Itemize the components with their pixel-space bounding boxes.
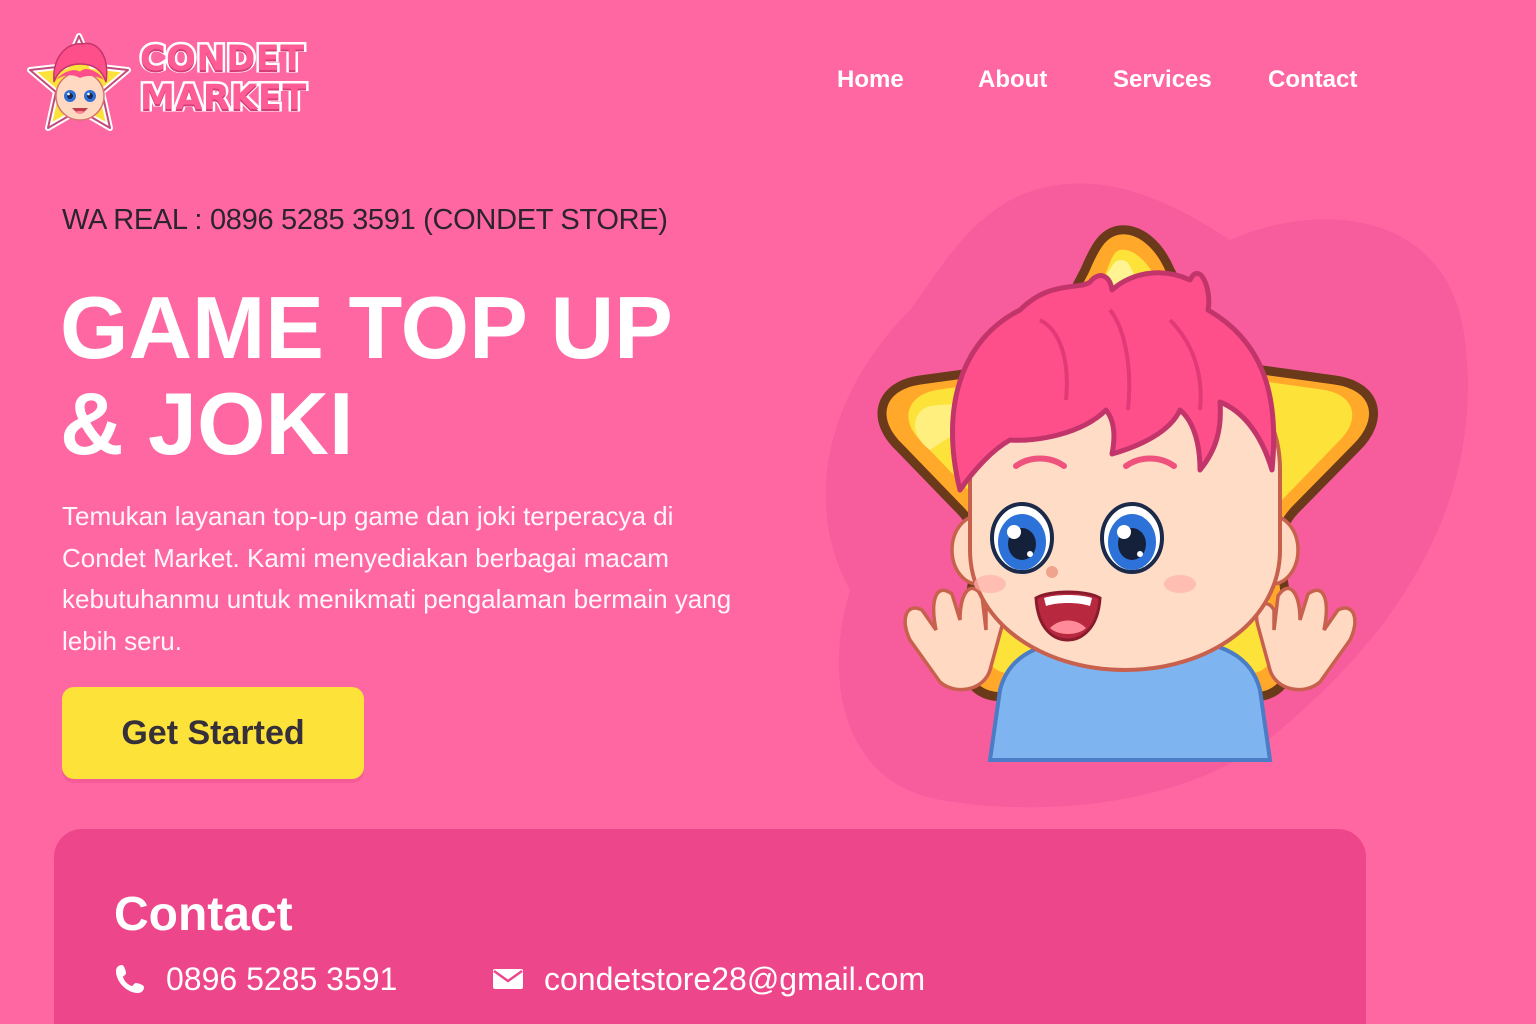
whatsapp-prefix: WA REAL : [62, 204, 210, 236]
whatsapp-line: WA REAL : 0896 5285 3591 (CONDET STORE) [62, 202, 668, 238]
whatsapp-suffix: (CONDET STORE) [415, 204, 668, 236]
whatsapp-number[interactable]: 0896 5285 3591 [210, 204, 416, 236]
contact-email-text: condetstore28@gmail.com [544, 960, 926, 997]
nav-services[interactable]: Services [1113, 64, 1212, 96]
mascot-illustration [825, 183, 1468, 808]
contact-email[interactable]: condetstore28@gmail.com [492, 959, 925, 999]
get-started-button[interactable]: Get Started [62, 687, 364, 779]
main-nav: Home About Services Contact [0, 64, 1536, 98]
hero-description: Temukan layanan top-up game dan joki ter… [62, 501, 732, 656]
hero-title-line2: & JOKI [60, 374, 354, 473]
contact-phone[interactable]: 0896 5285 3591 [114, 959, 397, 999]
hero-title-line1: GAME TOP UP [60, 278, 673, 377]
contact-title: Contact [114, 888, 293, 941]
nav-contact[interactable]: Contact [1268, 64, 1357, 96]
contact-phone-text: 0896 5285 3591 [166, 960, 398, 997]
hero-title: GAME TOP UP & JOKI [60, 280, 673, 472]
contact-section: Contact 0896 5285 3591 condetstore28@gma… [54, 829, 1366, 1024]
phone-icon [116, 965, 144, 993]
envelope-icon [493, 969, 523, 989]
nav-home[interactable]: Home [837, 64, 904, 96]
nav-about[interactable]: About [978, 64, 1047, 96]
